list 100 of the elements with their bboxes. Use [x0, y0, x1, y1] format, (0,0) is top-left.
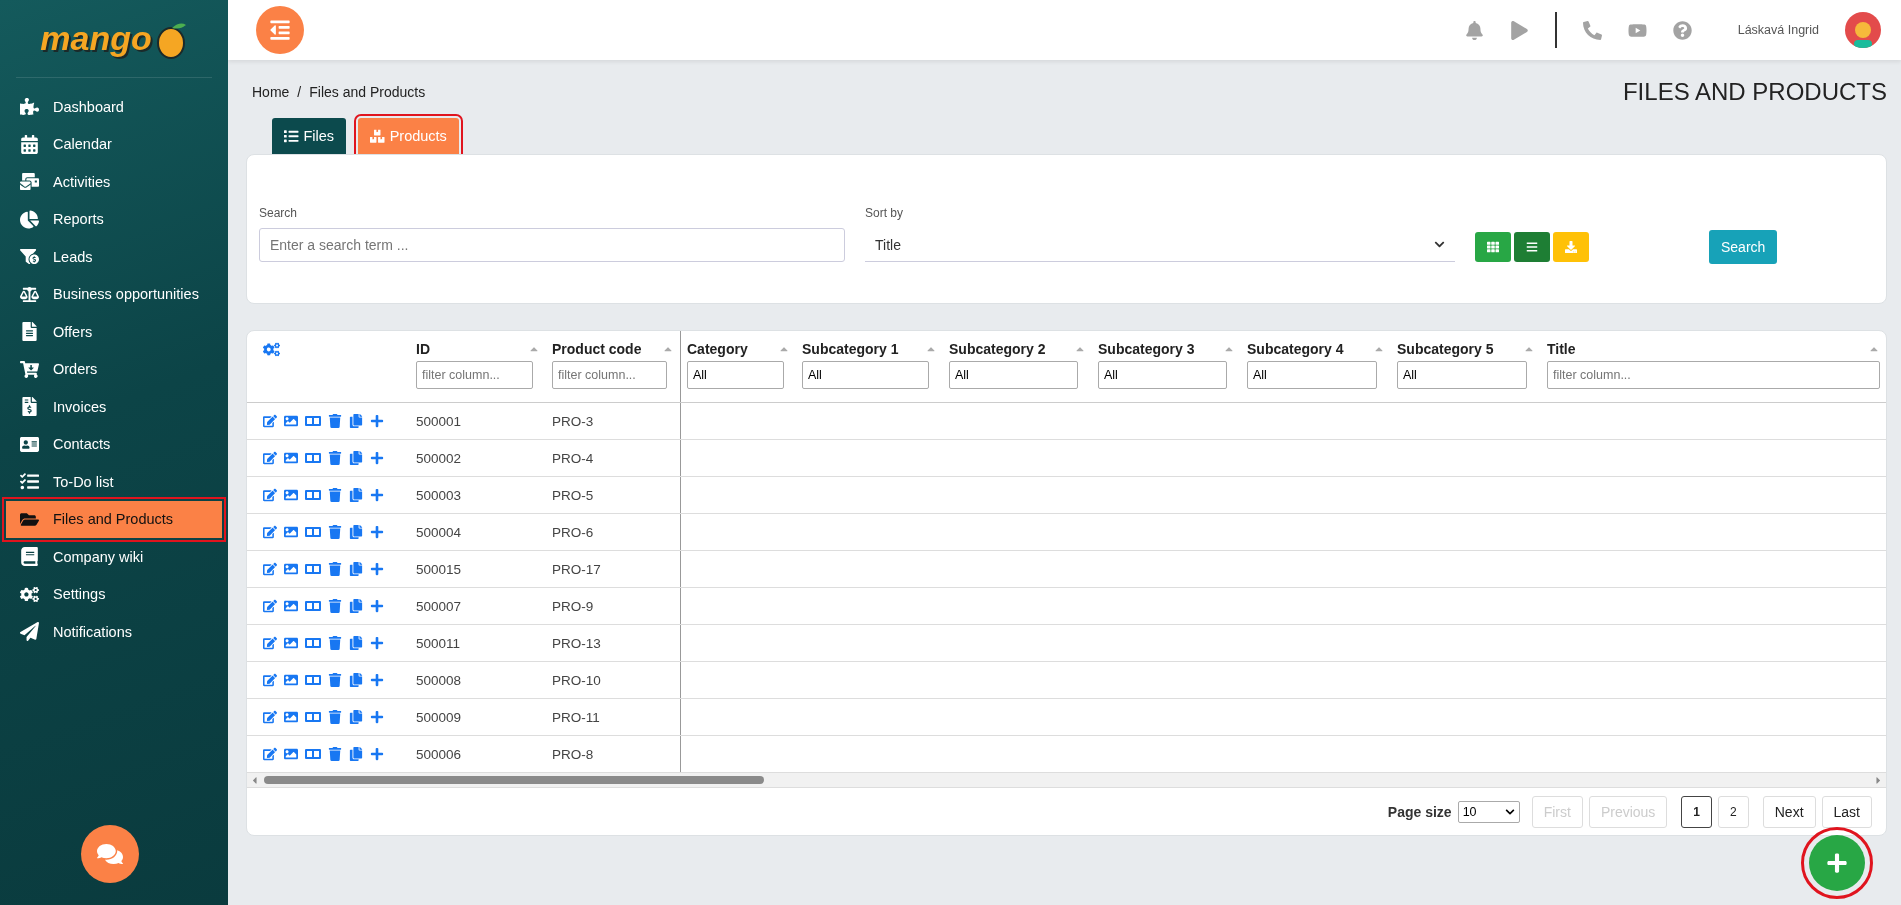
sidebar-item[interactable]: Contacts: [6, 425, 222, 463]
filter-dropdown[interactable]: All: [1397, 361, 1527, 389]
plus-icon[interactable]: [370, 525, 384, 539]
grid-view-button[interactable]: [1475, 232, 1511, 262]
sidebar-item[interactable]: Calendar: [6, 125, 222, 163]
phone-icon[interactable]: [1582, 20, 1602, 40]
plus-icon[interactable]: [370, 451, 384, 465]
plus-icon[interactable]: [370, 562, 384, 576]
filter-dropdown[interactable]: All: [1098, 361, 1227, 389]
plus-icon[interactable]: [370, 636, 384, 650]
image-icon[interactable]: [284, 414, 298, 428]
edit-icon[interactable]: [263, 710, 277, 724]
image-icon[interactable]: [284, 710, 298, 724]
breadcrumb-item[interactable]: Home: [252, 84, 290, 100]
play-icon[interactable]: [1509, 20, 1529, 40]
avatar[interactable]: [1845, 12, 1881, 48]
copy-icon[interactable]: [349, 451, 363, 465]
copy-icon[interactable]: [349, 488, 363, 502]
page-button[interactable]: 2: [1718, 795, 1749, 828]
sidebar-item[interactable]: Company wiki: [6, 538, 222, 576]
edit-icon[interactable]: [263, 599, 277, 613]
sidebar-item[interactable]: Invoices: [6, 388, 222, 426]
filter-dropdown[interactable]: All: [802, 361, 929, 389]
sidebar-item[interactable]: Notifications: [6, 613, 222, 651]
column-header[interactable]: Subcategory 3: [1098, 341, 1195, 357]
pagination-button[interactable]: Next: [1762, 795, 1816, 828]
column-header[interactable]: Subcategory 4: [1247, 341, 1344, 357]
page-button[interactable]: 1: [1681, 795, 1713, 828]
image-icon[interactable]: [284, 747, 298, 761]
copy-icon[interactable]: [349, 562, 363, 576]
edit-icon[interactable]: [263, 525, 277, 539]
breadcrumb-item[interactable]: Files and Products: [309, 84, 426, 100]
sidebar-item[interactable]: To-Do list: [6, 463, 222, 501]
plus-icon[interactable]: [370, 599, 384, 613]
sidebar-item[interactable]: Dashboard: [6, 88, 222, 126]
edit-icon[interactable]: [263, 673, 277, 687]
copy-icon[interactable]: [349, 673, 363, 687]
plus-icon[interactable]: [370, 414, 384, 428]
edit-icon[interactable]: [263, 747, 277, 761]
column-header[interactable]: Subcategory 1: [802, 341, 899, 357]
sidebar-item[interactable]: Business opportunities: [6, 275, 222, 313]
copy-icon[interactable]: [349, 710, 363, 724]
list-view-button[interactable]: [1514, 232, 1550, 262]
column-header[interactable]: Subcategory 2: [949, 341, 1046, 357]
delete-icon[interactable]: [328, 636, 342, 650]
edit-icon[interactable]: [263, 562, 277, 576]
pagination-button[interactable]: Last: [1821, 795, 1872, 828]
bell-icon[interactable]: [1464, 20, 1484, 40]
column-header[interactable]: Category: [687, 341, 748, 357]
delete-icon[interactable]: [328, 562, 342, 576]
image-icon[interactable]: [284, 673, 298, 687]
column-header[interactable]: ID: [416, 341, 430, 357]
edit-icon[interactable]: [263, 451, 277, 465]
delete-icon[interactable]: [328, 414, 342, 428]
sidebar-item[interactable]: Activities: [6, 163, 222, 201]
settings-icon[interactable]: [263, 341, 280, 358]
filter-field[interactable]: filter column...: [416, 361, 533, 389]
copy-icon[interactable]: [349, 747, 363, 761]
copy-icon[interactable]: [349, 599, 363, 613]
search-field[interactable]: Enter a search term ...: [259, 228, 845, 262]
menu-toggle-button[interactable]: [256, 6, 304, 54]
sidebar-item[interactable]: Reports: [6, 200, 222, 238]
sort-dropdown[interactable]: Title: [865, 228, 1455, 262]
image-icon[interactable]: [284, 525, 298, 539]
plus-icon[interactable]: [370, 710, 384, 724]
filter-dropdown[interactable]: All: [687, 361, 784, 389]
page-size-dropdown[interactable]: 10: [1457, 800, 1520, 823]
filter-dropdown[interactable]: All: [949, 361, 1078, 389]
sidebar-item[interactable]: Settings: [6, 575, 222, 613]
delete-icon[interactable]: [328, 525, 342, 539]
sidebar-item[interactable]: Orders: [6, 350, 222, 388]
copy-icon[interactable]: [349, 525, 363, 539]
sidebar-item[interactable]: Offers: [6, 313, 222, 351]
edit-icon[interactable]: [263, 636, 277, 650]
delete-icon[interactable]: [328, 488, 342, 502]
image-icon[interactable]: [284, 636, 298, 650]
column-header[interactable]: Subcategory 5: [1397, 341, 1494, 357]
delete-icon[interactable]: [328, 710, 342, 724]
delete-icon[interactable]: [328, 673, 342, 687]
filter-field[interactable]: filter column...: [1547, 361, 1880, 389]
delete-icon[interactable]: [328, 599, 342, 613]
help-icon[interactable]: [1672, 20, 1692, 40]
column-header[interactable]: Product code: [552, 341, 642, 357]
column-header[interactable]: Title: [1547, 341, 1576, 357]
image-icon[interactable]: [284, 599, 298, 613]
image-icon[interactable]: [284, 451, 298, 465]
horizontal-scrollbar[interactable]: [247, 773, 1886, 787]
filter-field[interactable]: filter column...: [552, 361, 667, 389]
tab[interactable]: Files: [272, 118, 347, 154]
image-icon[interactable]: [284, 488, 298, 502]
filter-dropdown[interactable]: All: [1247, 361, 1377, 389]
copy-icon[interactable]: [349, 636, 363, 650]
chat-button[interactable]: [81, 825, 139, 883]
delete-icon[interactable]: [328, 451, 342, 465]
delete-icon[interactable]: [328, 747, 342, 761]
plus-icon[interactable]: [370, 747, 384, 761]
sidebar-item[interactable]: Leads: [6, 238, 222, 276]
edit-icon[interactable]: [263, 414, 277, 428]
image-icon[interactable]: [284, 562, 298, 576]
copy-icon[interactable]: [349, 414, 363, 428]
